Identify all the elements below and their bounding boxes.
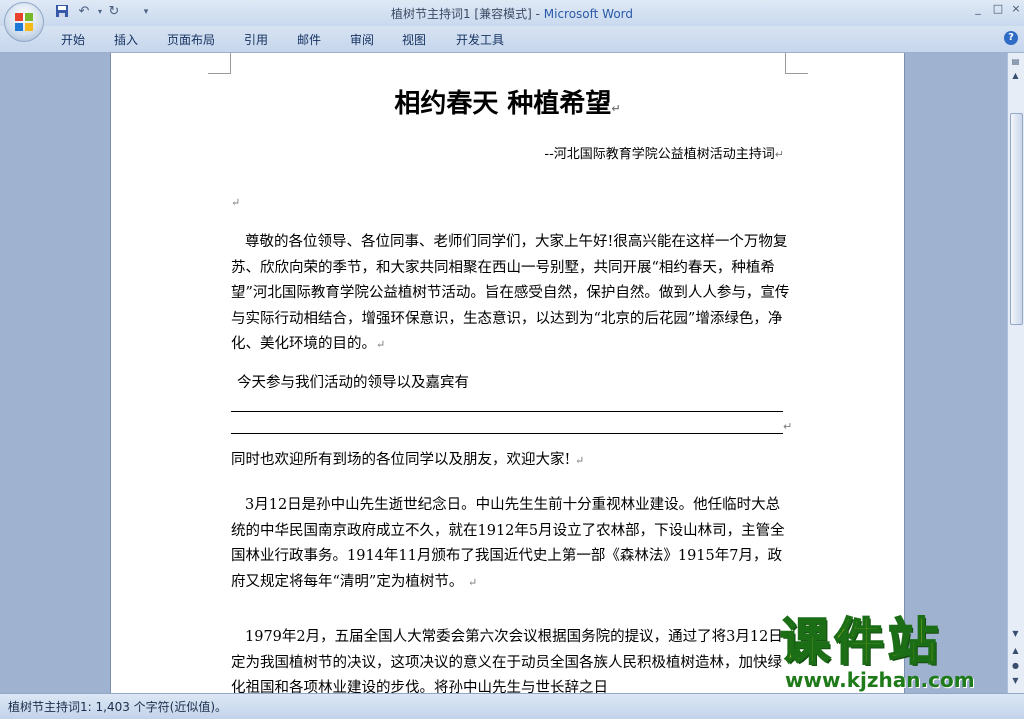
next-page-icon[interactable]: ▼	[1010, 675, 1021, 686]
ribbon-tab-bar: 开始 插入 页面布局 引用 邮件 审阅 视图 开发工具 ?	[0, 26, 1024, 53]
document-subtitle: --河北国际教育学院公益植树活动主持词↵	[544, 147, 784, 162]
watermark-logo-text: 课件站	[779, 612, 942, 672]
select-browse-object-icon[interactable]: ●	[1010, 660, 1021, 671]
paragraph-greeting: 尊敬的各位领导、各位同事、老师们同学们，大家上午好!很高兴能在这样一个万物复苏、…	[231, 234, 790, 352]
paragraph-mark-icon: ↵	[783, 420, 793, 433]
title-separator: -	[531, 7, 544, 21]
title-bar: ↶ ▾ ↻ ▾ 植树节主持词1 [兼容模式] - Microsoft Word …	[0, 0, 1024, 42]
tab-page-layout[interactable]: 页面布局	[167, 31, 215, 48]
tab-view[interactable]: 视图	[402, 31, 426, 48]
scroll-thumb[interactable]	[1010, 113, 1023, 325]
paragraph-history: 3月12日是孙中山先生逝世纪念日。中山先生生前十分重视林业建设。他任临时大总统的…	[231, 497, 785, 590]
empty-paragraph: ↵	[231, 190, 791, 216]
tab-references[interactable]: 引用	[244, 31, 268, 48]
previous-page-icon[interactable]: ▲	[1010, 645, 1021, 656]
paragraph-mark-icon: ↵	[231, 196, 241, 209]
tab-insert[interactable]: 插入	[114, 31, 138, 48]
paragraph-welcome: 同时也欢迎所有到场的各位同学以及朋友，欢迎大家! ↵	[231, 452, 585, 468]
document-page[interactable]: 相约春天 种植希望↵ --河北国际教育学院公益植树活动主持词↵ ↵ 尊敬的各位领…	[110, 53, 905, 693]
scroll-down-icon[interactable]: ▼	[1010, 628, 1021, 639]
watermark-url: www.kjzhan.com	[785, 668, 975, 692]
paragraph-mark-icon: ↵	[376, 338, 386, 351]
office-button[interactable]	[4, 2, 44, 42]
help-icon[interactable]: ?	[1004, 31, 1018, 45]
tab-home[interactable]: 开始	[61, 31, 85, 48]
status-bar: 植树节主持词1: 1,403 个字符(近似值)。	[0, 693, 1024, 719]
paragraph-mark-icon: ↵	[574, 454, 585, 467]
paragraph-arbor-day-decision: 1979年2月，五届全国人大常委会第六次会议根据国务院的提议，通过了将3月12日…	[231, 629, 783, 693]
document-area: 相约春天 种植希望↵ --河北国际教育学院公益植树活动主持词↵ ↵ 尊敬的各位领…	[0, 53, 1008, 693]
scroll-up-icon[interactable]: ▲	[1010, 70, 1021, 81]
application-name: Microsoft Word	[543, 7, 634, 21]
close-button[interactable]: ×	[1008, 2, 1024, 15]
minimize-button[interactable]: _	[970, 2, 986, 15]
site-watermark: 课件站 www.kjzhan.com	[775, 612, 1005, 693]
document-name: 植树节主持词1 [兼容模式]	[390, 7, 532, 21]
paragraph-mark-icon: ↵	[467, 575, 478, 589]
guest-blank-line[interactable]	[231, 411, 783, 412]
tab-review[interactable]: 审阅	[350, 31, 374, 48]
office-logo-icon	[15, 13, 33, 31]
paragraph-guests: 今天参与我们活动的领导以及嘉宾有	[237, 375, 469, 391]
word-count-status[interactable]: 植树节主持词1: 1,403 个字符(近似值)。	[8, 698, 227, 715]
window-title: 植树节主持词1 [兼容模式] - Microsoft Word	[0, 5, 1024, 22]
restore-button[interactable]: □	[990, 2, 1006, 15]
guest-blank-line[interactable]	[231, 433, 783, 434]
ruler-toggle-icon[interactable]: ▤	[1010, 56, 1021, 67]
crop-mark-top-right	[785, 53, 808, 74]
tab-mailings[interactable]: 邮件	[297, 31, 321, 48]
tab-developer[interactable]: 开发工具	[456, 31, 504, 48]
crop-mark-top-left	[208, 53, 231, 74]
paragraph-mark-icon: ↵	[774, 148, 784, 161]
paragraph-mark-icon: ↵	[611, 102, 621, 115]
document-title: 相约春天 种植希望↵	[394, 89, 621, 119]
vertical-scrollbar[interactable]: ▤ ▲ ▼ ▲ ● ▼	[1007, 53, 1024, 693]
